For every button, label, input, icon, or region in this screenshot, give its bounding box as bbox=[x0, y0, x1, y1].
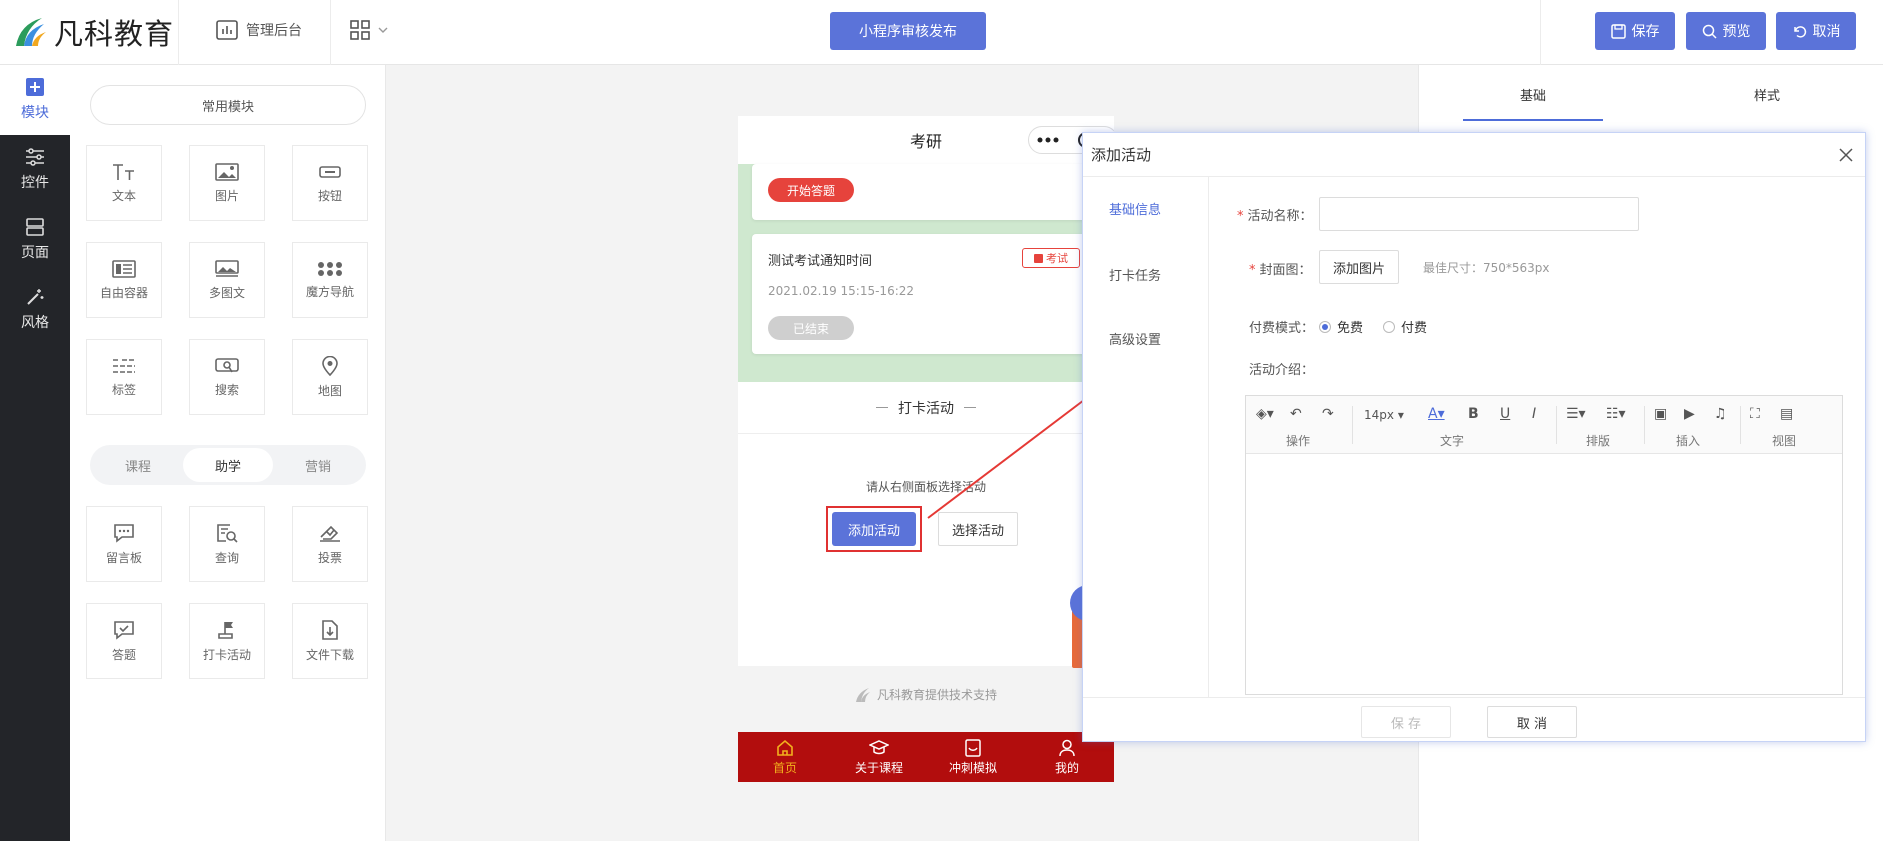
side-tab-basic-info[interactable]: 基础信息 bbox=[1109, 199, 1161, 218]
source-view-icon[interactable]: ▤ bbox=[1780, 406, 1793, 422]
activity-name-label: * 活动名称： bbox=[1237, 209, 1313, 224]
font-color-icon[interactable]: A▾ bbox=[1428, 406, 1445, 422]
toolbar-group-label: 操作 bbox=[1286, 434, 1311, 448]
dialog-cancel-button[interactable]: 取 消 bbox=[1487, 706, 1577, 738]
editor-content-area[interactable] bbox=[1246, 454, 1842, 694]
fullscreen-icon[interactable]: ⛶ bbox=[1750, 406, 1760, 422]
insert-image-icon[interactable]: ▣ bbox=[1654, 406, 1667, 422]
insert-video-icon[interactable]: ▶ bbox=[1684, 406, 1695, 422]
toolbar-group-label: 排版 bbox=[1586, 434, 1611, 448]
underline-icon[interactable]: U bbox=[1500, 406, 1510, 422]
italic-icon[interactable]: I bbox=[1532, 406, 1536, 422]
dialog-side-nav: 基础信息 打卡任务 高级设置 bbox=[1083, 177, 1209, 697]
close-icon[interactable] bbox=[1839, 148, 1853, 162]
radio-free-dot bbox=[1319, 320, 1331, 333]
bold-icon[interactable]: B bbox=[1468, 406, 1479, 422]
radio-free-label: 免费 bbox=[1337, 321, 1364, 336]
radio-paid-label: 付费 bbox=[1401, 321, 1428, 336]
list-icon[interactable]: ☷▾ bbox=[1606, 406, 1626, 422]
eraser-icon[interactable]: ◈▾ bbox=[1256, 406, 1274, 422]
toolbar-group-label: 插入 bbox=[1676, 434, 1701, 448]
undo-icon[interactable]: ↶ bbox=[1290, 406, 1302, 422]
toolbar-group-label: 文字 bbox=[1440, 434, 1465, 448]
radio-paid-dot bbox=[1383, 320, 1395, 333]
radio-free[interactable]: 免费 bbox=[1319, 317, 1363, 336]
font-size-select[interactable]: 14px ▾ bbox=[1364, 408, 1404, 422]
add-image-button[interactable]: 添加图片 bbox=[1319, 250, 1399, 284]
side-tab-checkin-task[interactable]: 打卡任务 bbox=[1109, 265, 1161, 284]
dialog-save-button[interactable]: 保 存 bbox=[1361, 706, 1451, 738]
cover-size-hint: 最佳尺寸：750*563px bbox=[1423, 261, 1550, 275]
intro-label: 活动介绍： bbox=[1249, 363, 1315, 378]
cover-label: * 封面图： bbox=[1249, 263, 1312, 278]
redo-icon[interactable]: ↷ bbox=[1322, 406, 1334, 422]
side-tab-advanced[interactable]: 高级设置 bbox=[1109, 329, 1161, 348]
align-icon[interactable]: ☰▾ bbox=[1566, 406, 1586, 422]
pay-mode-label: 付费模式： bbox=[1249, 321, 1315, 336]
insert-audio-icon[interactable]: ♫ bbox=[1714, 406, 1727, 422]
dialog-footer: 保 存 取 消 bbox=[1083, 697, 1865, 741]
dialog-header: 添加活动 bbox=[1083, 133, 1865, 177]
radio-paid[interactable]: 付费 bbox=[1383, 317, 1427, 336]
editor-toolbar: ◈▾ ↶ ↷ 14px ▾ A▾ B U I ☰▾ ☷▾ ▣ ▶ ♫ ⛶ ▤ 操… bbox=[1246, 396, 1842, 454]
toolbar-group-label: 视图 bbox=[1772, 434, 1797, 448]
add-activity-dialog: 添加活动 基础信息 打卡任务 高级设置 * 活动名称： * 封面图： 添加图片 最佳… bbox=[1082, 132, 1866, 742]
activity-name-input[interactable] bbox=[1319, 197, 1639, 231]
dialog-title: 添加活动 bbox=[1091, 146, 1152, 164]
rich-text-editor: ◈▾ ↶ ↷ 14px ▾ A▾ B U I ☰▾ ☷▾ ▣ ▶ ♫ ⛶ ▤ 操… bbox=[1245, 395, 1843, 695]
